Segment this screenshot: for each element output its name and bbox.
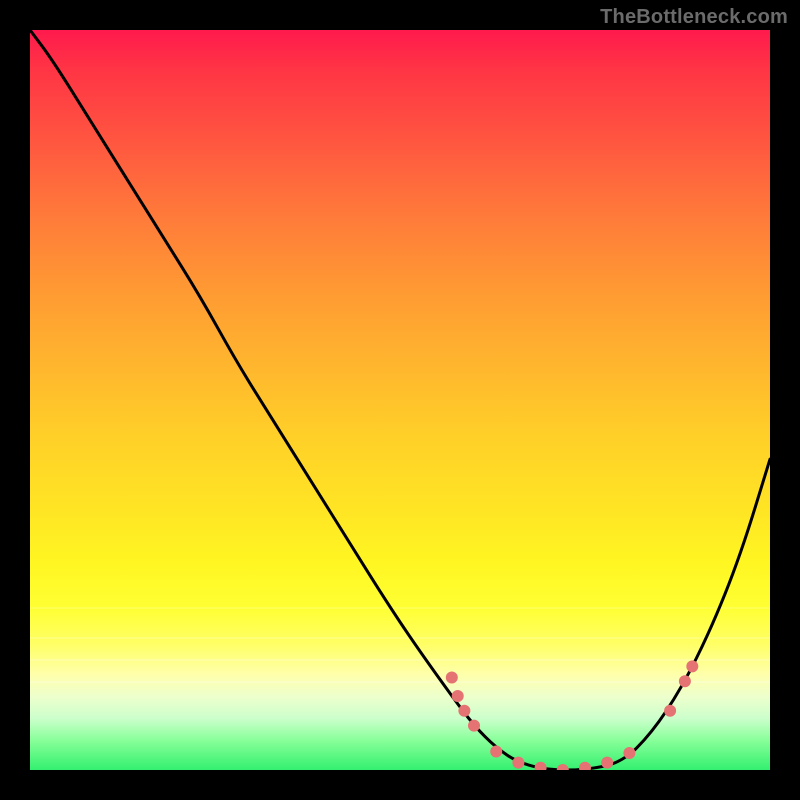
data-marker (458, 705, 470, 717)
data-marker (452, 690, 464, 702)
data-marker (579, 762, 591, 770)
data-marker (468, 720, 480, 732)
curve-svg (30, 30, 770, 770)
data-marker (623, 747, 635, 759)
data-marker (512, 757, 524, 769)
curve-markers (446, 660, 699, 770)
watermark-text: TheBottleneck.com (600, 6, 788, 29)
data-marker (686, 660, 698, 672)
data-marker (535, 762, 547, 770)
bottleneck-curve (30, 30, 770, 770)
data-marker (601, 757, 613, 769)
data-marker (446, 672, 458, 684)
data-marker (664, 705, 676, 717)
plot-area (30, 30, 770, 770)
data-marker (679, 675, 691, 687)
data-marker (490, 746, 502, 758)
data-marker (557, 764, 569, 770)
chart-frame: TheBottleneck.com (0, 0, 800, 800)
